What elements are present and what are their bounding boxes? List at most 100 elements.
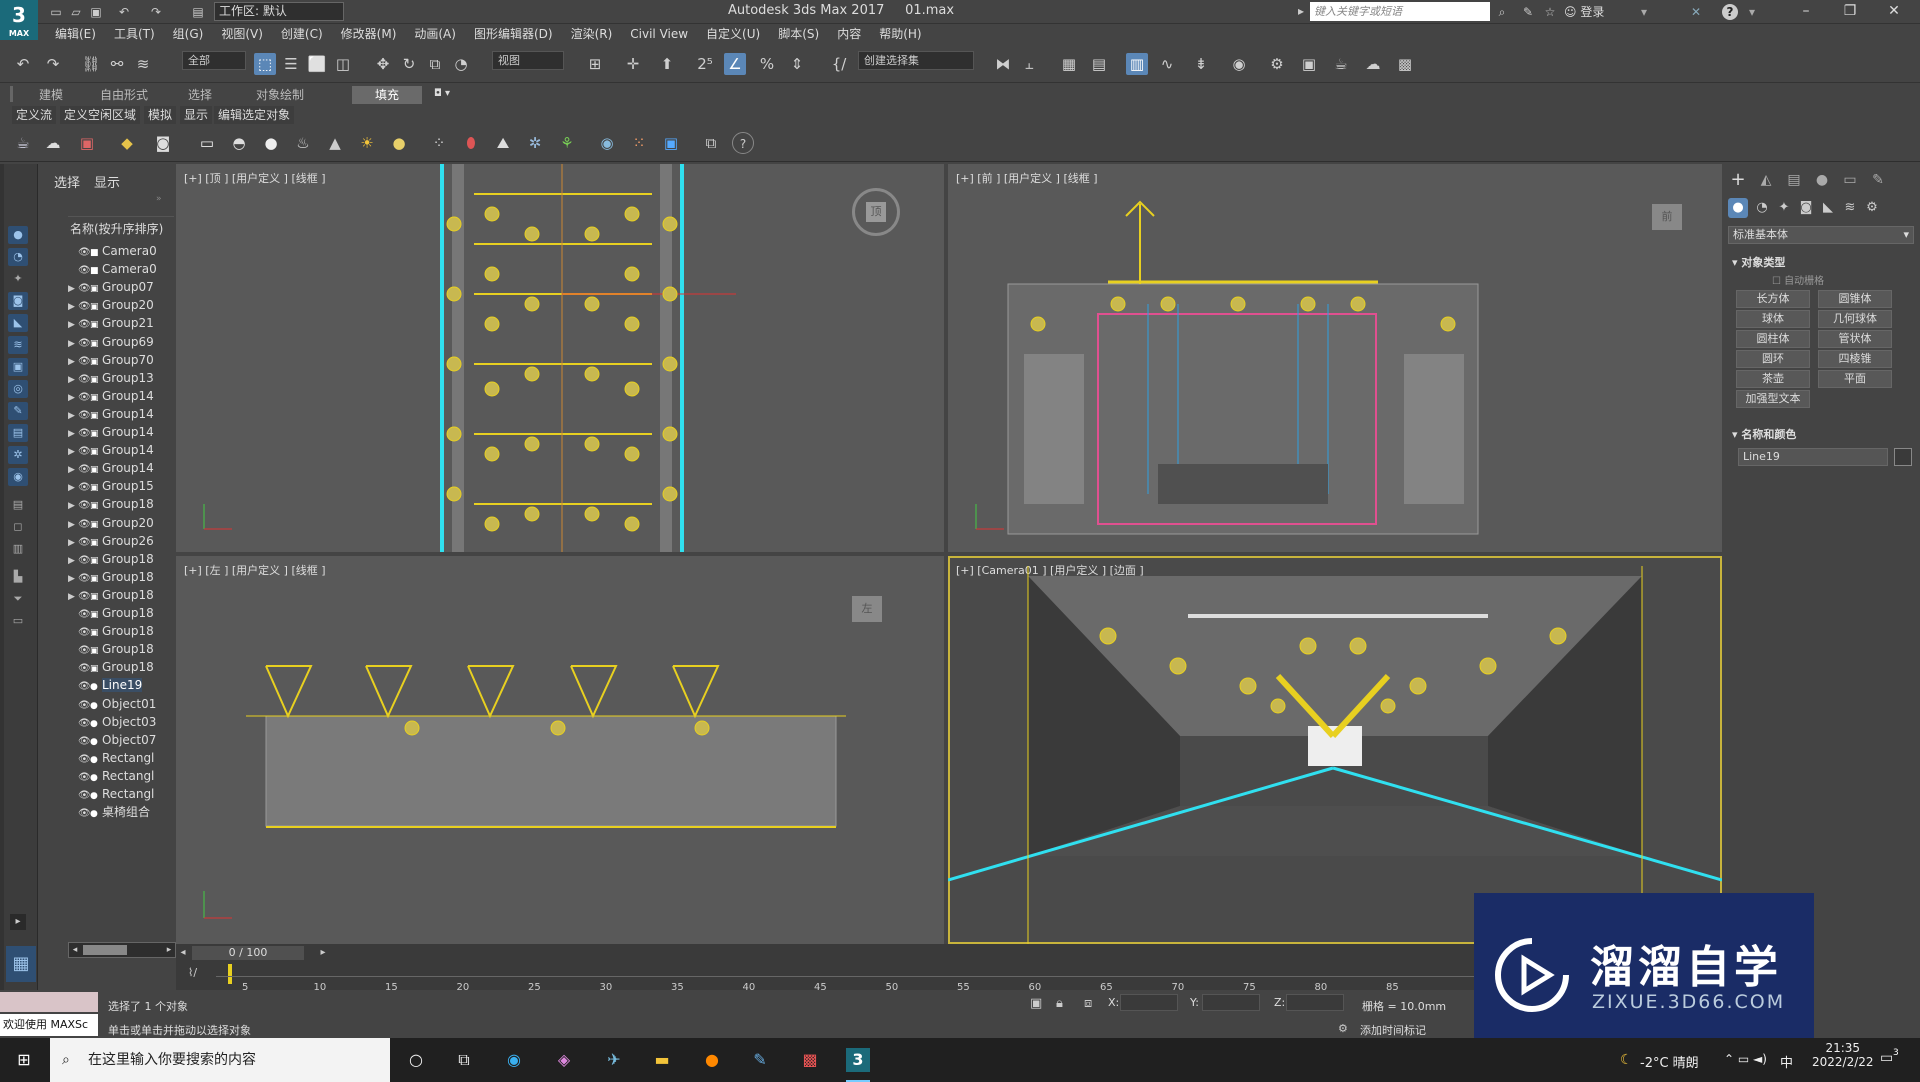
tab-selection[interactable]: 选择: [170, 86, 230, 104]
search-expand-icon[interactable]: ▸: [1298, 4, 1304, 18]
login-dropdown-icon[interactable]: ▾: [1636, 4, 1652, 20]
explorer-item[interactable]: ▶ 👁︎▣ Group18: [68, 495, 154, 513]
scroll-left-icon[interactable]: ◂: [69, 943, 81, 957]
motion-tab-icon[interactable]: ●: [1812, 170, 1832, 190]
cone-button[interactable]: 圆锥体: [1818, 290, 1892, 308]
sun-light-icon[interactable]: ☀: [356, 132, 378, 154]
menu-edit[interactable]: 编辑(E): [38, 24, 105, 45]
menu-animation[interactable]: 动画(A): [405, 24, 465, 45]
ribbon-display[interactable]: 显示: [180, 106, 213, 124]
add-time-tag[interactable]: 添加时间标记: [1360, 1022, 1426, 1038]
name-color-rollout[interactable]: ▾ 名称和颜色: [1732, 426, 1796, 442]
render-frame-icon[interactable]: ▣: [660, 132, 682, 154]
filter-frozen-icon[interactable]: ◉: [8, 468, 28, 486]
menu-group[interactable]: 组(G): [164, 24, 213, 45]
teapot-primitive-icon[interactable]: ♨: [292, 132, 314, 154]
help-dropdown-icon[interactable]: ▾: [1744, 4, 1760, 20]
time-tag-icon[interactable]: ⚙: [1338, 1022, 1348, 1035]
viewcube-left[interactable]: 左: [852, 596, 882, 622]
cloth-icon[interactable]: ⛰: [492, 132, 514, 154]
move-icon[interactable]: ✥: [372, 53, 394, 75]
absolute-mode-icon[interactable]: ⧈: [1084, 996, 1092, 1011]
save-file-icon[interactable]: ▣: [88, 4, 104, 20]
select-manipulate-icon[interactable]: ✛: [622, 53, 644, 75]
viewcube-top[interactable]: 顶: [852, 188, 900, 236]
tab-freeform[interactable]: 自由形式: [88, 86, 160, 104]
schematic-view-icon[interactable]: ⇟: [1190, 53, 1212, 75]
explorer-item[interactable]: 👁︎▣ Group18: [68, 622, 154, 640]
curve-toggle-icon[interactable]: ⌇∕: [188, 966, 197, 979]
x-coordinate-field[interactable]: [1120, 994, 1178, 1011]
render-production-icon[interactable]: ☕: [1330, 53, 1352, 75]
layer-manager-icon[interactable]: ▦: [1058, 53, 1080, 75]
display-tab-icon[interactable]: ▭: [1840, 170, 1860, 190]
viewport-front[interactable]: [+] [前 ] [用户定义 ] [线框 ] 前: [948, 164, 1722, 554]
edge-browser-icon[interactable]: ◉: [502, 1048, 526, 1072]
filter-containers-icon[interactable]: ▤: [8, 424, 28, 442]
place-icon[interactable]: ◔: [450, 53, 472, 75]
tray-icons[interactable]: ⌃ ▭ ◄): [1724, 1052, 1767, 1066]
torus-button[interactable]: 圆环: [1736, 350, 1810, 368]
teapot-create-icon[interactable]: ☕: [12, 132, 34, 154]
explorer-item[interactable]: 👁︎▣ Group18: [68, 604, 154, 622]
display-none-icon[interactable]: ◻: [8, 518, 28, 536]
viewport-camera[interactable]: [+] [Camera01 ] [用户定义 ] [边面 ]: [948, 556, 1722, 944]
left-dock-handle[interactable]: [0, 164, 4, 994]
cloud-icon[interactable]: ☁: [42, 132, 64, 154]
redo-icon[interactable]: ↷: [42, 53, 64, 75]
scroll-thumb[interactable]: [83, 945, 127, 955]
explorer-collapse-icon[interactable]: »: [156, 194, 162, 204]
utilities-tab-icon[interactable]: ✎: [1868, 170, 1888, 190]
help-search-input[interactable]: 键入关键字或短语: [1310, 2, 1490, 21]
geometry-category-icon[interactable]: ●: [1728, 198, 1748, 218]
explorer-item[interactable]: 👁︎▣ Group18: [68, 640, 154, 658]
hair-icon[interactable]: ⚘: [556, 132, 578, 154]
fluid-icon[interactable]: ✲: [524, 132, 546, 154]
explorer-item[interactable]: 👁︎● Rectangl: [68, 749, 154, 767]
display-all-icon[interactable]: ▤: [8, 496, 28, 514]
mirror-icon[interactable]: ⧓: [992, 53, 1014, 75]
asset-tracking-icon[interactable]: ⧉: [700, 132, 722, 154]
viewport-layout-icon[interactable]: ▦: [6, 946, 36, 982]
explorer-item[interactable]: ▶ 👁︎▣ Group14: [68, 441, 154, 459]
task-view-icon[interactable]: ⧉: [452, 1048, 476, 1072]
explorer-item[interactable]: ▶ 👁︎▣ Group18: [68, 586, 154, 604]
image-app-icon[interactable]: ▩: [798, 1048, 822, 1072]
chat-app-icon[interactable]: ◈: [552, 1048, 576, 1072]
menu-rendering[interactable]: 渲染(R): [562, 24, 622, 45]
explorer-item[interactable]: 👁︎● Object01: [68, 695, 156, 713]
windows-start-icon[interactable]: ⊞: [12, 1048, 36, 1072]
pivot-center-icon[interactable]: ⊞: [584, 53, 606, 75]
y-coordinate-field[interactable]: [1202, 994, 1260, 1011]
close-button[interactable]: ✕: [1872, 0, 1916, 24]
ribbon-toggle-icon[interactable]: ▥: [1126, 53, 1148, 75]
material-editor-icon[interactable]: ◉: [1228, 53, 1250, 75]
isolate-selection-icon[interactable]: ▣: [1030, 996, 1042, 1011]
sync-selection-icon[interactable]: ▙: [8, 568, 28, 586]
object-name-input[interactable]: Line19: [1738, 448, 1888, 466]
keyboard-shortcut-icon[interactable]: ⬆: [656, 53, 678, 75]
explorer-item[interactable]: ▶ 👁︎▣ Group21: [68, 314, 154, 332]
create-tab-icon[interactable]: +: [1728, 170, 1748, 190]
explorer-item[interactable]: ▶ 👁︎▣ Group20: [68, 514, 154, 532]
menu-tools[interactable]: 工具(T): [105, 24, 164, 45]
sphere-button[interactable]: 球体: [1736, 310, 1810, 328]
3dsmax-taskbar-icon[interactable]: 3: [846, 1048, 870, 1072]
spinner-snap-icon[interactable]: ⇕: [786, 53, 808, 75]
reference-coordinate-dropdown[interactable]: 视图: [492, 51, 564, 70]
explorer-item[interactable]: ▶ 👁︎▣ Group07: [68, 278, 154, 296]
named-selection-dropdown[interactable]: 创建选择集: [858, 51, 974, 70]
tag-icon[interactable]: ◆: [116, 132, 138, 154]
image-panel-icon[interactable]: ▣: [76, 132, 98, 154]
material-sphere-icon[interactable]: ◉: [596, 132, 618, 154]
time-prev-icon[interactable]: ◂: [176, 946, 190, 960]
restore-button[interactable]: ❐: [1828, 0, 1872, 24]
z-coordinate-field[interactable]: [1286, 994, 1344, 1011]
display-invert-icon[interactable]: ▥: [8, 540, 28, 558]
open-file-icon[interactable]: ▱: [68, 4, 84, 20]
taskbar-clock[interactable]: 21:35 2022/2/22: [1812, 1041, 1874, 1069]
explorer-item[interactable]: 👁︎■ Camera0: [68, 260, 157, 278]
material-map-icon[interactable]: ⁙: [628, 132, 650, 154]
explorer-item[interactable]: 👁︎● Rectangl: [68, 767, 154, 785]
new-file-icon[interactable]: ▭: [48, 4, 64, 20]
